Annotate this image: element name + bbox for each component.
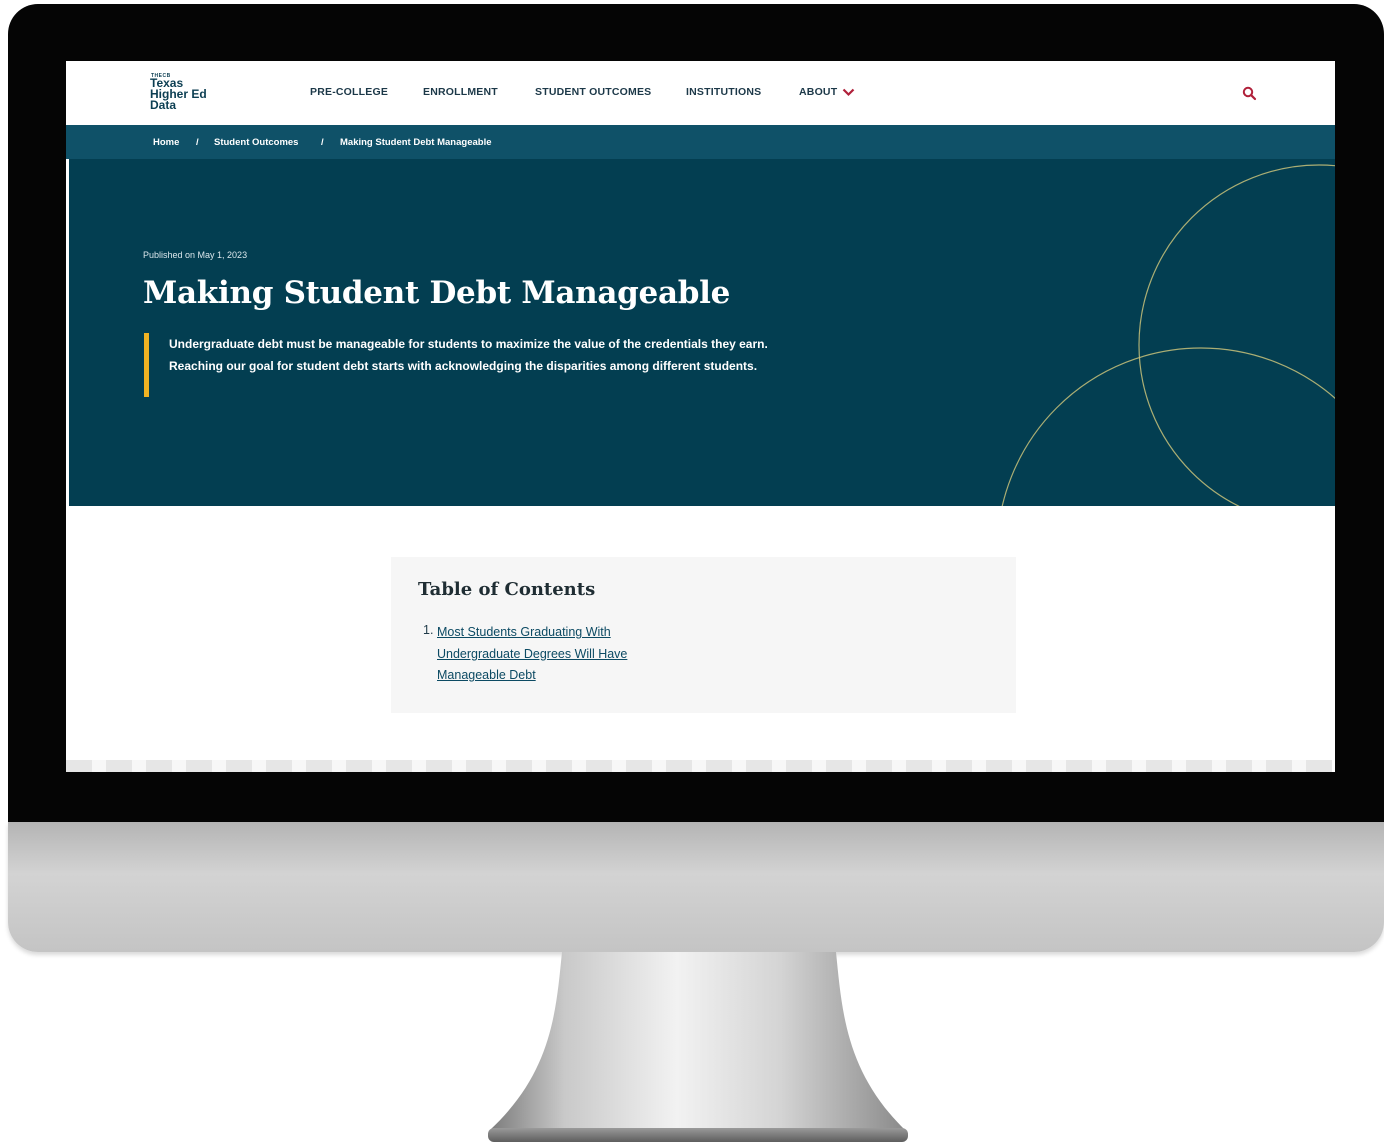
nav-student-outcomes[interactable]: STUDENT OUTCOMES [535, 86, 651, 98]
site-header: THECB Texas Higher Ed Data PRE-COLLEGE E… [66, 61, 1335, 125]
breadcrumb: Home / Student Outcomes / Making Student… [66, 125, 1335, 159]
page-lead: Undergraduate debt must be manageable fo… [169, 337, 768, 373]
nav-about[interactable]: ABOUT [799, 86, 837, 98]
monitor-chin [8, 822, 1384, 952]
site-logo[interactable]: THECB Texas Higher Ed Data [150, 73, 230, 117]
breadcrumb-separator: / [196, 137, 199, 148]
published-date: Published on May 1, 2023 [143, 250, 248, 260]
nav-institutions[interactable]: INSTITUTIONS [686, 86, 761, 98]
logo-line-3: Data [150, 98, 177, 112]
browser-screen: THECB Texas Higher Ed Data PRE-COLLEGE E… [66, 61, 1335, 772]
breadcrumb-home[interactable]: Home [153, 137, 179, 148]
toc-item-number: 1. [423, 623, 434, 637]
table-of-contents: Table of Contents 1. Most Students Gradu… [391, 557, 1016, 713]
toc-title: Table of Contents [418, 579, 596, 600]
page-title: Making Student Debt Manageable [143, 275, 731, 311]
hero-banner: Published on May 1, 2023 Making Student … [69, 159, 1335, 506]
chevron-down-icon[interactable] [842, 88, 855, 97]
monitor-stand [488, 952, 908, 1142]
toc-link-manageable-debt[interactable]: Most Students Graduating With Undergradu… [437, 622, 687, 687]
search-icon[interactable] [1241, 85, 1259, 103]
breadcrumb-student-outcomes[interactable]: Student Outcomes [214, 137, 298, 148]
breadcrumb-separator: / [321, 137, 324, 148]
breadcrumb-current-page: Making Student Debt Manageable [340, 137, 492, 148]
lead-accent-bar [144, 333, 149, 397]
nav-enrollment[interactable]: ENROLLMENT [423, 86, 498, 98]
screen-bottom-edge [66, 760, 1332, 772]
nav-pre-college[interactable]: PRE-COLLEGE [310, 86, 388, 98]
